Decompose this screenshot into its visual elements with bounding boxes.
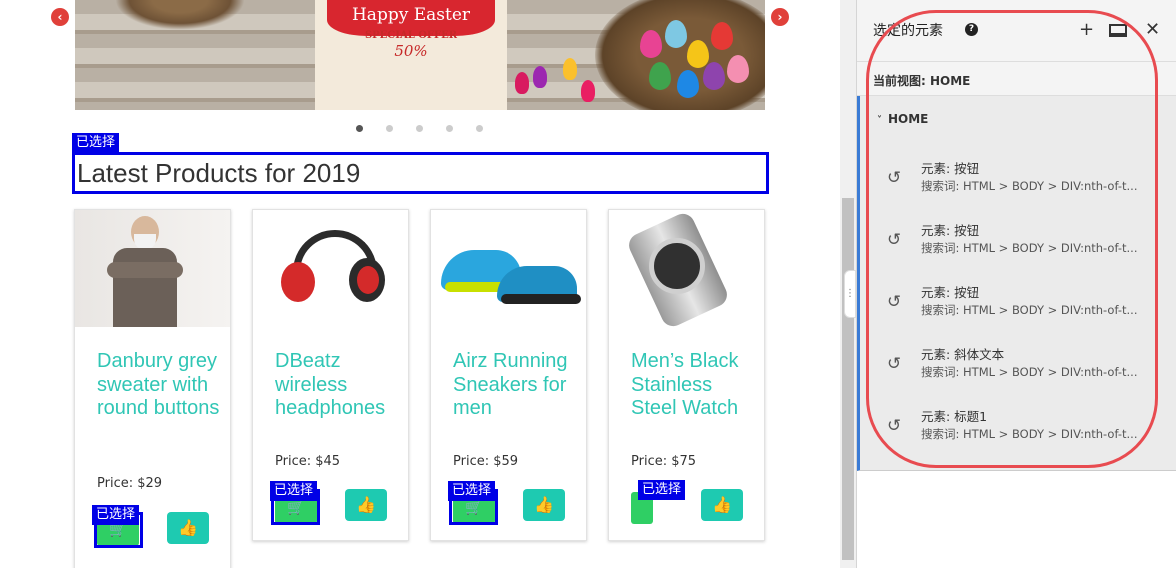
tulip-image (533, 66, 547, 88)
element-selector: 搜索词: HTML > BODY > DIV:nth-of-t... (921, 365, 1138, 379)
easter-banner[interactable]: Happy Easter SPECIAL OFFER 50% (75, 0, 765, 110)
thumbs-up-icon: 👍 (178, 518, 198, 537)
banner-percent: 50% (394, 42, 428, 60)
carousel-next-button[interactable]: › (771, 8, 789, 26)
page-heading[interactable]: Latest Products for 2019 (72, 152, 769, 194)
egg-image (727, 55, 749, 83)
thumbs-up-icon: 👍 (534, 495, 554, 514)
carousel-dot[interactable] (416, 125, 423, 132)
window-icon (1109, 24, 1127, 37)
product-price: Price: $59 (453, 454, 519, 469)
product-image-sweater (75, 210, 230, 327)
carousel-prev-button[interactable]: ‹ (51, 8, 69, 26)
product-name[interactable]: Men’s Black Stainless Steel Watch (631, 350, 756, 421)
panel-resize-handle[interactable]: ⋮ (844, 270, 856, 318)
tulip-image (563, 58, 577, 80)
history-icon[interactable]: ↺ (887, 354, 907, 374)
drag-handle-icon: ⋮ (845, 288, 855, 299)
selected-element-item[interactable]: ↺ 元素: 斜体文本 搜索词: HTML > BODY > DIV:nth-of… (860, 344, 1176, 404)
egg-image (711, 22, 733, 50)
product-price: Price: $29 (97, 476, 163, 491)
element-type: 元素: 按钮 (921, 223, 980, 238)
element-type: 元素: 按钮 (921, 285, 980, 300)
product-image-watch (609, 210, 764, 327)
tulip-image (581, 80, 595, 102)
group-home[interactable]: ˅ HOME (877, 112, 928, 126)
history-icon[interactable]: ↺ (887, 168, 907, 188)
close-button[interactable]: ✕ (1145, 20, 1160, 40)
thumbs-up-icon: 👍 (712, 495, 732, 514)
close-icon: ✕ (1145, 19, 1161, 40)
element-selector: 搜索词: HTML > BODY > DIV:nth-of-t... (921, 179, 1138, 193)
chevron-down-icon: ˅ (877, 115, 882, 126)
selected-tag: 已选择 (448, 481, 496, 501)
thumbs-up-icon: 👍 (356, 495, 376, 514)
chevron-left-icon: ‹ (57, 10, 63, 24)
element-selector: 搜索词: HTML > BODY > DIV:nth-of-t... (921, 427, 1138, 441)
product-price: Price: $45 (275, 454, 341, 469)
egg-image (665, 20, 687, 48)
carousel-dot[interactable] (356, 125, 363, 132)
selected-element-item[interactable]: ↺ 元素: 按钮 搜索词: HTML > BODY > DIV:nth-of-t… (860, 282, 1176, 342)
like-button[interactable]: 👍 (345, 489, 387, 521)
egg-image (649, 62, 671, 90)
product-name[interactable]: DBeatz wireless headphones (275, 350, 400, 421)
carousel-dot[interactable] (476, 125, 483, 132)
element-type: 元素: 按钮 (921, 161, 980, 176)
product-price: Price: $75 (631, 454, 697, 469)
selected-element-item[interactable]: ↺ 元素: 标题1 搜索词: HTML > BODY > DIV:nth-of-… (860, 406, 1176, 466)
carousel-dot[interactable] (386, 125, 393, 132)
product-name[interactable]: Danbury grey sweater with round buttons (97, 350, 222, 421)
like-button[interactable]: 👍 (701, 489, 743, 521)
egg-image (640, 30, 662, 58)
like-button[interactable]: 👍 (523, 489, 565, 521)
selected-tag: 已选择 (92, 505, 140, 525)
history-icon[interactable]: ↺ (887, 416, 907, 436)
panel-title: 选定的元素 (873, 23, 943, 39)
selected-element-item[interactable]: ↺ 元素: 按钮 搜索词: HTML > BODY > DIV:nth-of-t… (860, 158, 1176, 218)
product-image-headphones (253, 210, 408, 327)
selected-tag: 已选择 (72, 133, 120, 153)
help-icon[interactable]: ? (965, 23, 978, 36)
web-page-preview: Happy Easter SPECIAL OFFER 50% ‹ › 已选择 L… (0, 0, 840, 568)
banner-offer-panel: Happy Easter SPECIAL OFFER 50% (315, 0, 507, 110)
history-icon[interactable]: ↺ (887, 230, 907, 250)
banner-offer-text: SPECIAL OFFER (364, 30, 458, 41)
egg-image (687, 40, 709, 68)
like-button[interactable]: 👍 (167, 512, 209, 544)
carousel-dot[interactable] (446, 125, 453, 132)
selected-element-item[interactable]: ↺ 元素: 按钮 搜索词: HTML > BODY > DIV:nth-of-t… (860, 220, 1176, 280)
selected-tag: 已选择 (270, 481, 318, 501)
selected-elements-list: ˅ HOME ↺ 元素: 按钮 搜索词: HTML > BODY > DIV:nt… (857, 96, 1176, 471)
history-icon[interactable]: ↺ (887, 292, 907, 312)
carousel-dots (356, 125, 483, 132)
current-view-bar: 当前视图: HOME (857, 62, 1176, 96)
selected-tag: 已选择 (638, 480, 686, 500)
egg-image (703, 62, 725, 90)
tulip-image (515, 72, 529, 94)
current-view-label: 当前视图: HOME (873, 74, 971, 88)
panel-header: 选定的元素 ? + ✕ (857, 0, 1176, 62)
element-type: 元素: 斜体文本 (921, 347, 1005, 362)
group-label: HOME (888, 112, 929, 126)
element-selector: 搜索词: HTML > BODY > DIV:nth-of-t... (921, 241, 1138, 255)
plus-icon: + (1079, 19, 1095, 40)
egg-image (677, 70, 699, 98)
scrollbar-thumb[interactable] (842, 198, 854, 560)
element-type: 元素: 标题1 (921, 409, 988, 424)
dock-button[interactable] (1109, 22, 1127, 42)
chevron-right-icon: › (777, 10, 783, 24)
product-card[interactable]: Men’s Black Stainless Steel Watch Price:… (608, 209, 765, 541)
element-selector: 搜索词: HTML > BODY > DIV:nth-of-t... (921, 303, 1138, 317)
selected-elements-panel: 选定的元素 ? + ✕ 当前视图: HOME ˅ HOME ↺ 元素: 按钮 搜索… (856, 0, 1176, 568)
product-name[interactable]: Airz Running Sneakers for men (453, 350, 578, 421)
add-button[interactable]: + (1079, 20, 1094, 40)
product-image-sneakers (431, 210, 586, 327)
